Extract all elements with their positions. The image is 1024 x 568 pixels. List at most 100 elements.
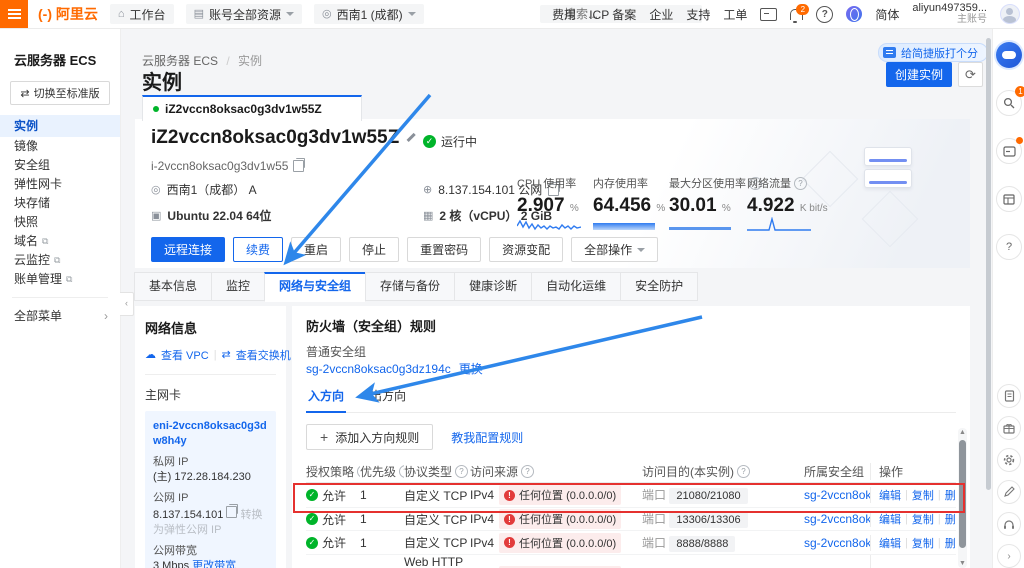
console-icon[interactable] xyxy=(760,8,777,21)
topbar-right: 费用 ICP 备案 企业 支持 工单 2 ? 简体 aliyun497359..… xyxy=(552,0,1020,28)
tab-network-security[interactable]: 网络与安全组 xyxy=(264,272,366,302)
sidebar-item-images[interactable]: 镜像 xyxy=(0,137,120,156)
restart-button[interactable]: 重启 xyxy=(291,237,341,262)
sidebar-item-enis[interactable]: 弹性网卡 xyxy=(0,175,120,194)
language-switch[interactable]: 简体 xyxy=(875,6,899,23)
sidebar-item-billing[interactable]: 账单管理⧉ xyxy=(0,270,120,289)
account-info[interactable]: aliyun497359... 主账号 xyxy=(912,3,987,25)
warning-icon: ! xyxy=(504,514,515,525)
sidebar-item-cloudmonitor[interactable]: 云监控⧉ xyxy=(0,251,120,270)
avatar[interactable] xyxy=(1000,4,1020,24)
topbar-link-ticket[interactable]: 工单 xyxy=(723,6,747,23)
copy-icon[interactable] xyxy=(226,506,237,518)
sidebar-item-domains[interactable]: 域名⧉ xyxy=(0,232,120,251)
sidebar-item-security-groups[interactable]: 安全组 xyxy=(0,156,120,175)
direction-tabs: 入方向 出方向 xyxy=(306,383,956,413)
help-tool-button[interactable]: ? xyxy=(996,234,1022,260)
view-vpc-link[interactable]: 查看 VPC xyxy=(161,347,209,363)
sidebar-item-block-storage[interactable]: 块存储 xyxy=(0,194,120,213)
instance-tab[interactable]: iZ2vccn8oksac0g3dv1w55Z xyxy=(142,95,362,121)
docs-button[interactable] xyxy=(997,384,1021,408)
edit-name-icon[interactable] xyxy=(405,132,416,143)
help-icon[interactable]: ? xyxy=(816,6,833,23)
collapse-rail-button[interactable]: › xyxy=(997,544,1021,568)
scroll-down-icon[interactable]: ▼ xyxy=(958,560,967,567)
tab-storage-backup[interactable]: 存储与备份 xyxy=(365,272,455,301)
help-icon[interactable]: ? xyxy=(521,465,534,478)
view-vswitch-link[interactable]: 查看交换机 xyxy=(236,347,291,363)
account-resources-dropdown[interactable]: ▤ 账号全部资源 xyxy=(186,4,302,24)
notification-bell-icon[interactable]: 2 xyxy=(790,9,803,20)
sg-link[interactable]: sg-2vccn8oksac0g xyxy=(804,536,870,550)
renew-button[interactable]: 续费 xyxy=(233,237,283,262)
sidebar-item-instances[interactable]: 实例 xyxy=(0,115,120,137)
sidebar-all-menu[interactable]: 全部菜单 › xyxy=(0,306,120,326)
tab-automation-ops[interactable]: 自动化运维 xyxy=(531,272,621,301)
announcement-button[interactable] xyxy=(996,138,1022,164)
sidebar-collapse-handle[interactable]: ‹ xyxy=(120,292,134,316)
help-icon[interactable]: ? xyxy=(794,177,807,190)
help-icon[interactable]: ? xyxy=(737,465,750,478)
remote-connect-button[interactable]: 远程连接 xyxy=(151,237,225,262)
switch-version-button[interactable]: ⇄ 切换至标准版 xyxy=(10,81,110,105)
feedback-pencil-button[interactable] xyxy=(997,480,1021,504)
workbench-button[interactable]: ⌂ 工作台 xyxy=(110,4,174,24)
language-globe-icon[interactable] xyxy=(846,6,862,22)
add-inbound-rule-button[interactable]: + 添加入方向规则 xyxy=(306,424,433,450)
hamburger-menu-icon[interactable] xyxy=(0,0,28,28)
settings-gear-button[interactable] xyxy=(997,448,1021,472)
tab-inbound[interactable]: 入方向 xyxy=(306,383,346,413)
edit-rule-link[interactable]: 编辑 xyxy=(879,511,901,527)
help-icon[interactable]: ? xyxy=(455,465,468,478)
edit-rule-link[interactable]: 编辑 xyxy=(879,535,901,551)
tab-monitoring[interactable]: 监控 xyxy=(211,272,265,301)
topbar-link-billing[interactable]: 费用 xyxy=(552,6,576,23)
scrollbar-thumb[interactable] xyxy=(959,440,966,548)
tab-basic-info[interactable]: 基本信息 xyxy=(134,272,212,301)
tab-security-protection[interactable]: 安全防护 xyxy=(620,272,698,301)
stop-button[interactable]: 停止 xyxy=(349,237,399,262)
support-headset-button[interactable] xyxy=(997,512,1021,536)
copy-rule-link[interactable]: 复制 xyxy=(912,487,934,503)
sidebar-item-snapshots[interactable]: 快照 xyxy=(0,213,120,232)
configure-guide-link[interactable]: 教我配置规则 xyxy=(451,429,523,446)
delete-rule-link[interactable]: 删除 xyxy=(945,487,956,503)
ai-assistant-icon[interactable] xyxy=(996,42,1022,68)
sg-link[interactable]: sg-2vccn8oksac0g xyxy=(804,512,870,526)
create-instance-button[interactable]: 创建实例 xyxy=(886,62,952,87)
change-group-link[interactable]: 更换 xyxy=(459,361,483,378)
table-scrollbar[interactable]: ▲ ▼ xyxy=(958,428,967,568)
topbar-link-icp[interactable]: ICP 备案 xyxy=(589,6,636,23)
list-tool-button[interactable] xyxy=(996,186,1022,212)
delete-rule-link[interactable]: 删除 xyxy=(945,511,956,527)
rate-simple-version-badge[interactable]: 给简捷版打个分 xyxy=(878,43,988,62)
all-operations-button[interactable]: 全部操作 xyxy=(571,237,658,262)
metric-memory: 内存使用率 64.456 % xyxy=(593,175,671,230)
copy-rule-link[interactable]: 复制 xyxy=(912,511,934,527)
scroll-up-icon[interactable]: ▲ xyxy=(958,429,967,436)
aliyun-logo[interactable]: (-) 阿里云 xyxy=(38,4,98,24)
tab-outbound[interactable]: 出方向 xyxy=(368,383,408,412)
copy-icon[interactable] xyxy=(293,160,304,172)
scrollbar-thumb[interactable] xyxy=(986,38,991,490)
resource-change-button[interactable]: 资源变配 xyxy=(489,237,563,262)
page-scrollbar[interactable] xyxy=(986,30,991,566)
chevron-right-icon: › xyxy=(104,306,108,326)
edit-rule-link[interactable]: 编辑 xyxy=(879,487,901,503)
topbar-link-support[interactable]: 支持 xyxy=(686,6,710,23)
resources-icon: ▤ xyxy=(194,9,204,20)
search-tool-button[interactable]: 1 xyxy=(996,90,1022,116)
gift-button[interactable] xyxy=(997,416,1021,440)
reset-password-button[interactable]: 重置密码 xyxy=(407,237,481,262)
delete-rule-link[interactable]: 删除 xyxy=(945,535,956,551)
tab-health-diagnosis[interactable]: 健康诊断 xyxy=(454,272,532,301)
copy-rule-link[interactable]: 复制 xyxy=(912,535,934,551)
security-group-id-link[interactable]: sg-2vccn8oksac0g3dz194c xyxy=(306,361,451,378)
external-link-icon: ⧉ xyxy=(54,251,60,270)
refresh-button[interactable]: ⟳ xyxy=(958,62,983,87)
nic-id-link[interactable]: eni-2vccn8oksac0g3dw8h4y xyxy=(153,419,268,449)
region-dropdown[interactable]: ◎ 西南1 (成都) xyxy=(314,4,424,24)
sg-link[interactable]: sg-2vccn8oksac0g xyxy=(804,488,870,502)
topbar-link-enterprise[interactable]: 企业 xyxy=(649,6,673,23)
change-bandwidth-link[interactable]: 更改带宽 xyxy=(192,560,236,568)
